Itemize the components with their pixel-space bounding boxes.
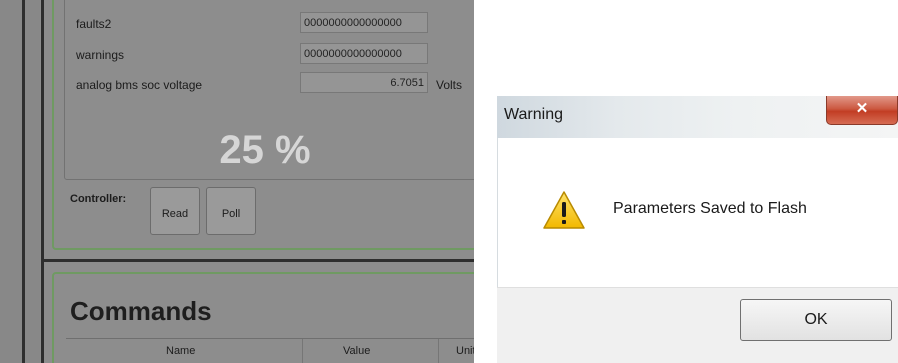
dialog-body: Parameters Saved to Flash bbox=[497, 138, 898, 287]
bms-monitor-app: faults2 0000000000000000 warnings 000000… bbox=[0, 0, 474, 363]
dialog-titlebar[interactable]: Warning ✕ bbox=[497, 96, 898, 138]
dialog-title: Warning bbox=[504, 106, 563, 123]
dialog-message: Parameters Saved to Flash bbox=[613, 200, 807, 217]
warnings-label: warnings bbox=[76, 48, 125, 62]
dialog-footer: OK bbox=[497, 287, 898, 363]
column-header-name[interactable]: Name bbox=[166, 345, 195, 357]
panel-divider bbox=[41, 0, 44, 363]
warnings-value-field[interactable]: 0000000000000000 bbox=[300, 43, 428, 64]
column-separator bbox=[302, 339, 303, 363]
faults2-label: faults2 bbox=[76, 17, 112, 31]
warning-triangle-icon bbox=[543, 191, 585, 229]
commands-title: Commands bbox=[70, 296, 212, 326]
ok-button[interactable]: OK bbox=[740, 299, 892, 341]
close-button[interactable]: ✕ bbox=[826, 96, 898, 125]
poll-button[interactable]: Poll bbox=[206, 187, 256, 235]
warning-dialog: Warning ✕ Parameters Saved to Flash OK bbox=[497, 96, 898, 363]
commands-table-header: Name Value Units bbox=[66, 338, 474, 363]
panel-divider bbox=[22, 0, 25, 363]
state-of-charge-readout: 25 % bbox=[219, 128, 311, 172]
controller-label: Controller: bbox=[70, 193, 127, 205]
panel-divider bbox=[41, 259, 474, 262]
left-strip bbox=[0, 0, 40, 363]
close-icon: ✕ bbox=[855, 100, 869, 117]
soc-voltage-units: Volts bbox=[436, 78, 463, 92]
soc-voltage-label: analog bms soc voltage bbox=[76, 78, 203, 92]
column-header-units[interactable]: Units bbox=[456, 345, 474, 357]
soc-voltage-value-field[interactable]: 6.7051 bbox=[300, 72, 428, 93]
column-header-value[interactable]: Value bbox=[343, 345, 370, 357]
read-button[interactable]: Read bbox=[150, 187, 200, 235]
faults2-value-field[interactable]: 0000000000000000 bbox=[300, 12, 428, 33]
column-separator bbox=[438, 339, 439, 363]
